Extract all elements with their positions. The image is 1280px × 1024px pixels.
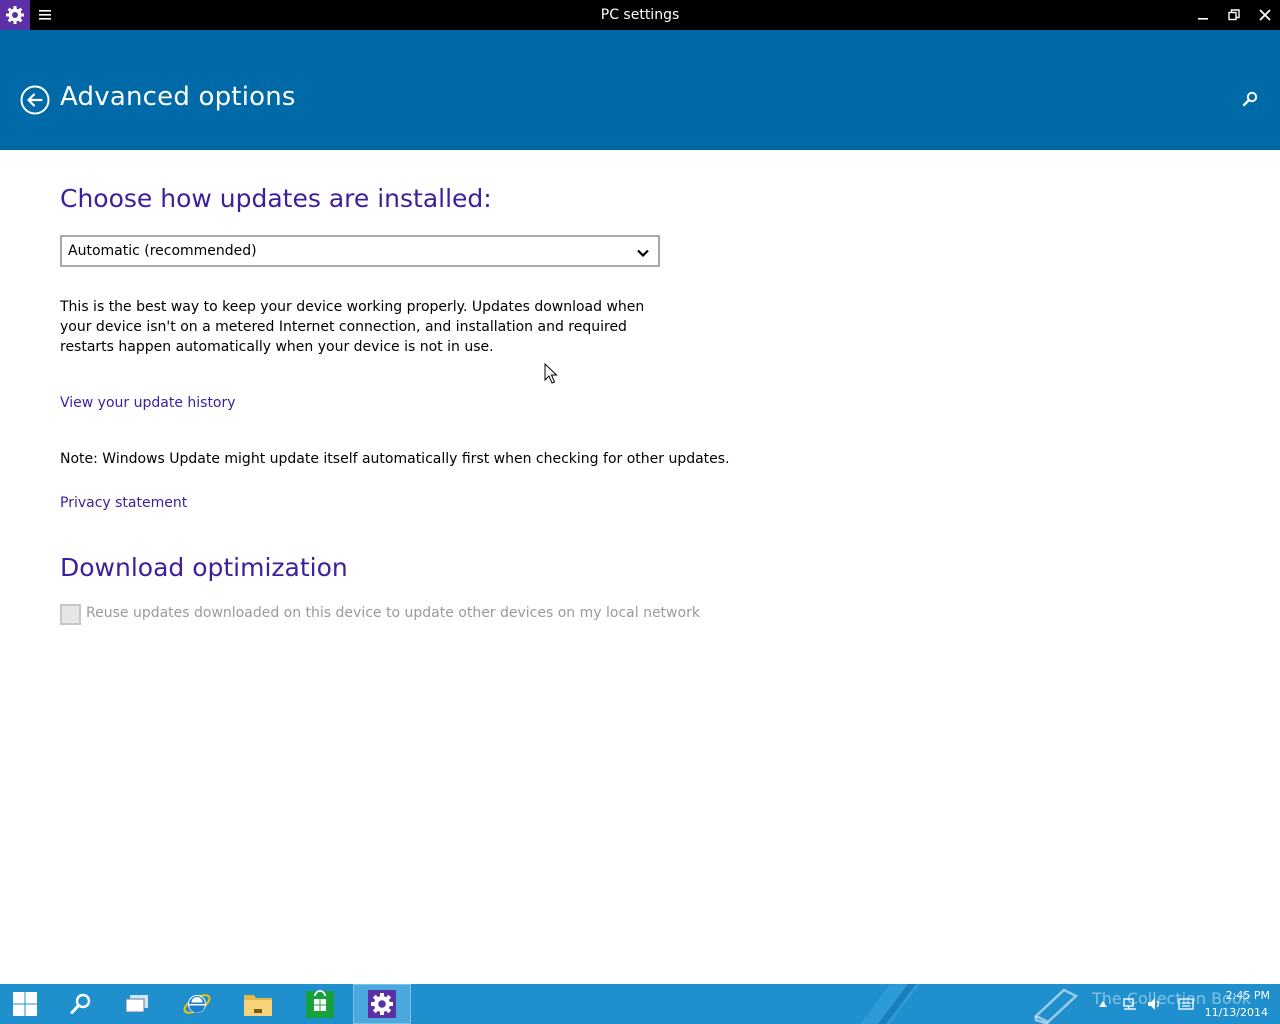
taskbar: The Collection Book 2:45 PM 11/13/2014	[0, 984, 1280, 1024]
internet-explorer-button[interactable]	[168, 984, 226, 1024]
windows-logo-icon	[13, 992, 37, 1016]
download-optimization-heading: Download optimization	[60, 553, 348, 582]
search-icon	[70, 993, 91, 1014]
pc-settings-button[interactable]	[353, 984, 411, 1024]
back-arrow-icon[interactable]	[20, 85, 50, 115]
hamburger-icon[interactable]	[32, 0, 58, 30]
update-note: Note: Windows Update might update itself…	[60, 451, 730, 467]
view-update-history-link[interactable]: View your update history	[60, 395, 236, 411]
task-view-icon	[125, 995, 148, 1013]
search-button[interactable]	[52, 984, 110, 1024]
search-icon[interactable]	[1240, 90, 1260, 110]
update-description: This is the best way to keep your device…	[60, 299, 645, 355]
book-icon	[1030, 986, 1082, 1024]
window-title: PC settings	[600, 7, 680, 23]
internet-explorer-icon	[183, 994, 211, 1014]
title-bar: PC settings	[0, 0, 1280, 30]
page-title: Advanced options	[60, 82, 296, 112]
store-button[interactable]	[291, 984, 349, 1024]
volume-icon[interactable]	[1144, 984, 1164, 1024]
privacy-statement-link[interactable]: Privacy statement	[60, 495, 187, 511]
start-button[interactable]	[0, 984, 50, 1024]
clock-time[interactable]: 2:45 PM	[1200, 989, 1270, 1002]
file-explorer-button[interactable]	[229, 984, 287, 1024]
gear-icon	[368, 990, 396, 1018]
updates-heading: Choose how updates are installed:	[60, 184, 492, 213]
reuse-updates-checkbox[interactable]	[60, 604, 81, 625]
page-header: Advanced options	[0, 30, 1280, 150]
store-icon	[306, 990, 334, 1018]
folder-icon	[244, 995, 272, 1016]
tray-chevron-up-icon[interactable]	[1096, 984, 1110, 1024]
taskbar-stripe-decoration	[860, 984, 930, 1024]
restore-icon[interactable]	[1218, 0, 1249, 30]
chevron-down-icon	[636, 245, 650, 259]
dropdown-selected-value: Automatic (recommended)	[68, 243, 257, 259]
clock-date[interactable]: 11/13/2014	[1196, 1006, 1268, 1019]
task-view-button[interactable]	[108, 984, 166, 1024]
network-icon[interactable]	[1120, 984, 1140, 1024]
action-center-icon[interactable]	[1176, 984, 1196, 1024]
minimize-icon[interactable]	[1187, 0, 1218, 30]
reuse-updates-label: Reuse updates downloaded on this device …	[86, 605, 700, 621]
mouse-cursor-icon	[544, 362, 558, 385]
close-icon[interactable]	[1249, 0, 1280, 30]
update-mode-dropdown[interactable]: Automatic (recommended)	[60, 235, 660, 267]
gear-icon[interactable]	[0, 0, 30, 30]
